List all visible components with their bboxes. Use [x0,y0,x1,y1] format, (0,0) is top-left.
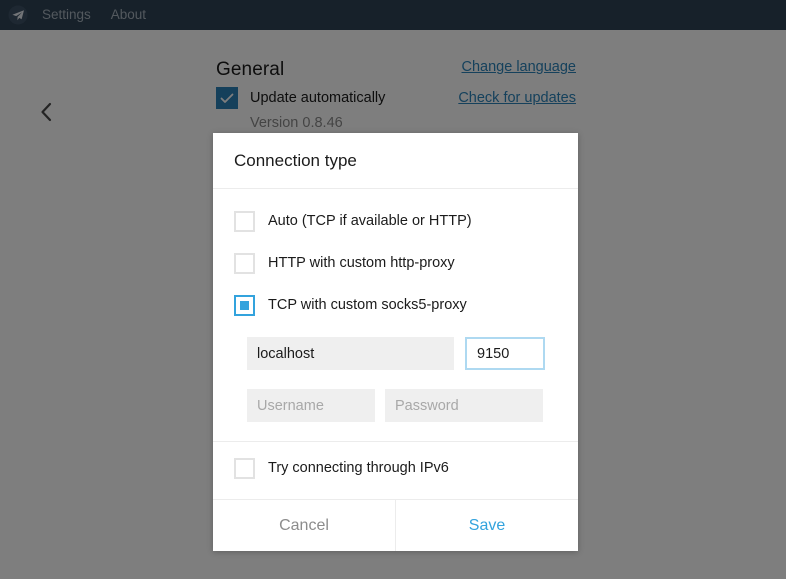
save-button[interactable]: Save [396,500,578,551]
dialog-title: Connection type [234,150,357,170]
option-socks5-proxy-checkbox[interactable] [234,294,255,316]
host-port-row [234,337,557,370]
option-ipv6-label: Try connecting through IPv6 [268,460,449,476]
app-window: Settings About General Update automatica… [0,0,786,579]
option-row-auto[interactable]: Auto (TCP if available or HTTP) [234,200,557,242]
proxy-port-input[interactable] [465,337,545,370]
option-ipv6-checkbox[interactable] [234,457,255,479]
option-row-ipv6[interactable]: Try connecting through IPv6 [234,442,557,494]
option-http-proxy-checkbox[interactable] [234,252,255,274]
proxy-fields [234,326,557,422]
cancel-button[interactable]: Cancel [213,500,396,551]
proxy-username-input[interactable] [247,389,375,422]
credentials-row [234,389,557,422]
connection-options-list: Auto (TCP if available or HTTP) HTTP wit… [234,189,557,326]
option-row-socks5-proxy[interactable]: TCP with custom socks5-proxy [234,284,557,326]
checkbox-inner-square [240,300,249,310]
proxy-host-input[interactable] [247,337,454,370]
connection-type-dialog: Connection type Auto (TCP if available o… [213,133,578,551]
option-http-proxy-label: HTTP with custom http-proxy [268,255,455,271]
option-row-http-proxy[interactable]: HTTP with custom http-proxy [234,242,557,284]
proxy-password-input[interactable] [385,389,543,422]
option-auto-checkbox[interactable] [234,210,255,232]
option-auto-label: Auto (TCP if available or HTTP) [268,213,472,229]
option-socks5-proxy-label: TCP with custom socks5-proxy [268,297,467,313]
dialog-body: Auto (TCP if available or HTTP) HTTP wit… [213,189,578,499]
dialog-footer: Cancel Save [213,499,578,551]
dialog-header: Connection type [213,133,578,189]
